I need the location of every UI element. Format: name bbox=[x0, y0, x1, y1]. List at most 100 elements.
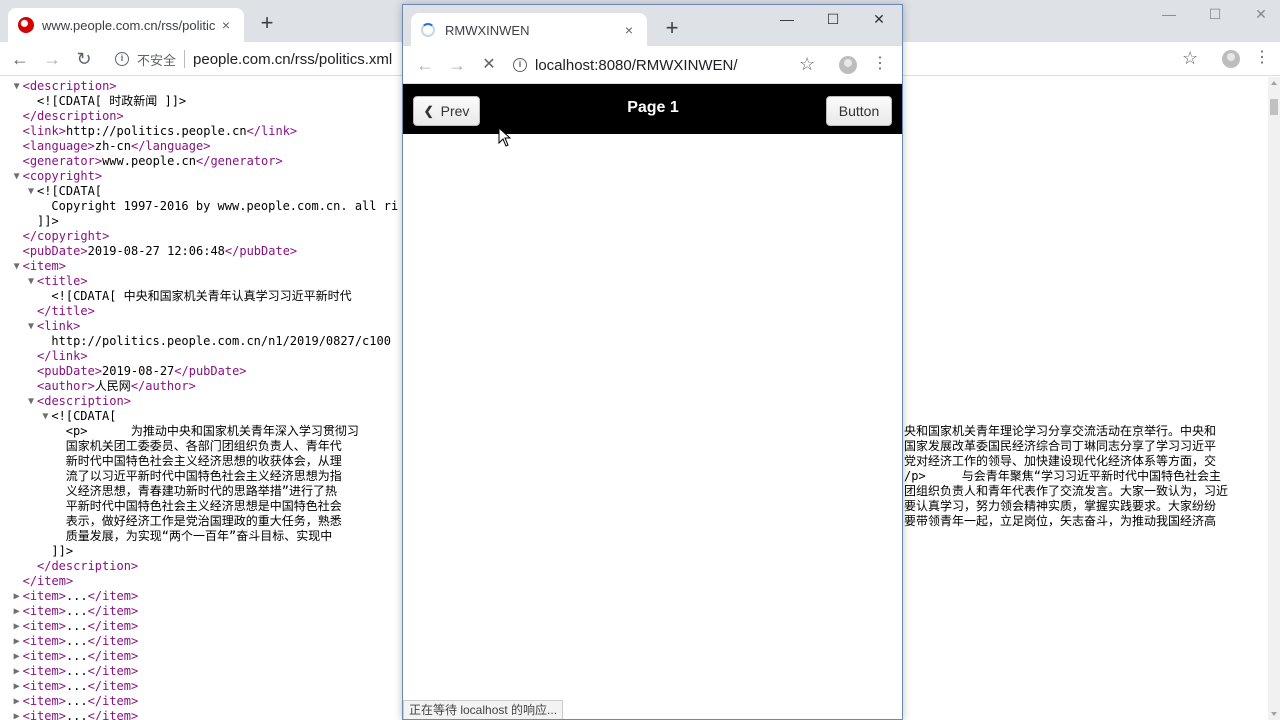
popup-new-tab-button[interactable]: + bbox=[658, 17, 686, 41]
back-url-text[interactable]: people.com.cn/rss/politics.xml bbox=[193, 51, 392, 68]
collapse-triangle-icon[interactable]: ▼ bbox=[28, 394, 34, 409]
xml-line[interactable]: ▼ <title> bbox=[28, 274, 88, 289]
expand-triangle-icon[interactable]: ▶ bbox=[14, 604, 20, 619]
xml-line[interactable]: ▼ <description> bbox=[14, 79, 117, 94]
collapse-triangle-icon[interactable]: ▼ bbox=[42, 409, 48, 424]
xml-line[interactable]: ▼ <description> bbox=[28, 394, 131, 409]
expand-triangle-icon[interactable]: ▶ bbox=[14, 634, 20, 649]
xml-tag: <item> bbox=[22, 679, 66, 693]
xml-text: <p> 为推动中央和国家机关青年深入学习贯彻习 bbox=[65, 424, 359, 438]
omnibox-divider bbox=[184, 50, 186, 68]
collapse-triangle-icon[interactable]: ▼ bbox=[14, 79, 20, 94]
xml-tag: </item> bbox=[87, 664, 139, 678]
xml-line[interactable]: ▶ <item>...</item> bbox=[14, 604, 139, 619]
expand-triangle-icon[interactable]: ▶ bbox=[14, 649, 20, 664]
bookmark-star-icon[interactable]: ☆ bbox=[1182, 48, 1198, 69]
xml-text: ... bbox=[65, 649, 88, 663]
popup-info-icon[interactable]: i bbox=[513, 58, 527, 72]
xml-line[interactable]: ▼ <link> bbox=[28, 319, 80, 334]
popup-close-button[interactable]: ✕ bbox=[856, 9, 902, 31]
maximize-button[interactable]: ☐ bbox=[1192, 4, 1238, 26]
xml-tag: <copyright> bbox=[22, 169, 103, 183]
profile-avatar-icon[interactable] bbox=[1222, 50, 1240, 68]
xml-line[interactable]: ▶ <item>...</item> bbox=[14, 634, 139, 649]
xml-tag: </title> bbox=[37, 304, 95, 318]
popup-tab-close-icon[interactable]: × bbox=[621, 22, 637, 38]
xml-text: 国家机关团工委委员、各部门团组织负责人、青年代 bbox=[65, 439, 342, 453]
expand-triangle-icon[interactable]: ▶ bbox=[14, 619, 20, 634]
popup-bookmark-star-icon[interactable]: ☆ bbox=[799, 54, 815, 75]
xml-tag: </item> bbox=[87, 694, 139, 708]
xml-text: ]]> bbox=[37, 214, 59, 228]
xml-tag: <item> bbox=[22, 709, 66, 720]
collapse-triangle-icon[interactable]: ▼ bbox=[14, 169, 20, 184]
header-button[interactable]: Button bbox=[826, 96, 892, 126]
popup-profile-avatar-icon[interactable] bbox=[839, 56, 857, 74]
xml-text: 平新时代中国特色社会主义经济思想是中国特色社会 bbox=[65, 499, 342, 513]
close-window-button[interactable]: ✕ bbox=[1238, 4, 1280, 26]
xml-text: <![CDATA[ 中央和国家机关青年认真学习习近平新时代 bbox=[51, 289, 352, 303]
xml-text: 2019-08-27 bbox=[102, 364, 175, 378]
xml-line[interactable]: ▼ <![CDATA[ bbox=[28, 184, 102, 199]
xml-line[interactable]: ▼ <item> bbox=[14, 259, 66, 274]
xml-tag: </item> bbox=[87, 619, 139, 633]
popup-back-arrow-icon[interactable]: ← bbox=[414, 54, 436, 76]
xml-line[interactable]: ▼ <copyright> bbox=[14, 169, 103, 184]
xml-tag: <item> bbox=[22, 604, 66, 618]
tab-people-rss[interactable]: www.people.com.cn/rss/politic × bbox=[8, 8, 244, 42]
xml-tag: <title> bbox=[37, 274, 88, 288]
scroll-down-arrow-icon[interactable] bbox=[1271, 712, 1277, 716]
expand-triangle-icon[interactable]: ▶ bbox=[14, 664, 20, 679]
prev-button[interactable]: ❮ Prev bbox=[413, 96, 480, 126]
xml-line: </title> bbox=[37, 304, 95, 319]
xml-tag: </item> bbox=[87, 634, 139, 648]
expand-triangle-icon[interactable]: ▶ bbox=[14, 589, 20, 604]
xml-text: 流了以习近平新时代中国特色社会主义经济思想为指 bbox=[65, 469, 342, 483]
reload-icon[interactable]: ↻ bbox=[73, 48, 95, 70]
popup-maximize-button[interactable]: ☐ bbox=[810, 9, 856, 31]
collapse-triangle-icon[interactable]: ▼ bbox=[14, 259, 20, 274]
popup-kebab-menu-icon[interactable]: ⋮ bbox=[872, 54, 888, 74]
xml-line[interactable]: ▶ <item>...</item> bbox=[14, 679, 139, 694]
vertical-scrollbar[interactable] bbox=[1268, 77, 1280, 720]
kebab-menu-icon[interactable]: ⋮ bbox=[1254, 48, 1270, 68]
xml-tag: </item> bbox=[87, 604, 139, 618]
xml-line[interactable]: ▶ <item>...</item> bbox=[14, 709, 139, 720]
scrollbar-thumb[interactable] bbox=[1270, 99, 1278, 115]
expand-triangle-icon[interactable]: ▶ bbox=[14, 694, 20, 709]
info-icon[interactable]: i bbox=[115, 52, 129, 66]
xml-line[interactable]: ▶ <item>...</item> bbox=[14, 694, 139, 709]
collapse-triangle-icon[interactable]: ▼ bbox=[28, 319, 34, 334]
xml-tag: <description> bbox=[22, 79, 117, 93]
page-title: Page 1 bbox=[627, 99, 679, 116]
back-address-bar[interactable]: i 不安全 people.com.cn/rss/politics.xml bbox=[115, 46, 405, 72]
mouse-cursor-icon bbox=[498, 127, 512, 147]
xml-line[interactable]: ▶ <item>...</item> bbox=[14, 649, 139, 664]
scroll-up-arrow-icon[interactable] bbox=[1271, 81, 1277, 85]
popup-address-bar[interactable]: i localhost:8080/RMWXINWEN/ bbox=[513, 52, 793, 78]
minimize-button[interactable]: — bbox=[1146, 4, 1192, 26]
tab-rmwxinwen[interactable]: RMWXINWEN × bbox=[411, 13, 647, 47]
stop-loading-icon[interactable]: ✕ bbox=[478, 54, 500, 76]
xml-text: Copyright 1997-2016 by www.people.com.cn… bbox=[51, 199, 399, 213]
xml-text: <![CDATA[ bbox=[51, 409, 117, 423]
xml-line: </link> bbox=[37, 349, 88, 364]
expand-triangle-icon[interactable]: ▶ bbox=[14, 709, 20, 720]
collapse-triangle-icon[interactable]: ▼ bbox=[28, 274, 34, 289]
popup-forward-arrow-icon[interactable]: → bbox=[446, 54, 468, 76]
xml-line[interactable]: ▼ <![CDATA[ bbox=[42, 409, 117, 424]
new-tab-button[interactable]: + bbox=[253, 12, 281, 36]
popup-url-text[interactable]: localhost:8080/RMWXINWEN/ bbox=[535, 57, 738, 74]
xml-line: </item> bbox=[23, 574, 74, 589]
xml-tag: </language> bbox=[130, 139, 211, 153]
xml-line[interactable]: ▶ <item>...</item> bbox=[14, 619, 139, 634]
xml-line[interactable]: ▶ <item>...</item> bbox=[14, 589, 139, 604]
expand-triangle-icon[interactable]: ▶ bbox=[14, 679, 20, 694]
collapse-triangle-icon[interactable]: ▼ bbox=[28, 184, 34, 199]
forward-arrow-icon[interactable]: → bbox=[41, 48, 63, 70]
xml-line: </description> bbox=[23, 109, 124, 124]
back-arrow-icon[interactable]: ← bbox=[9, 48, 31, 70]
tab-close-icon[interactable]: × bbox=[218, 17, 234, 33]
xml-line[interactable]: ▶ <item>...</item> bbox=[14, 664, 139, 679]
popup-minimize-button[interactable]: — bbox=[764, 9, 810, 31]
